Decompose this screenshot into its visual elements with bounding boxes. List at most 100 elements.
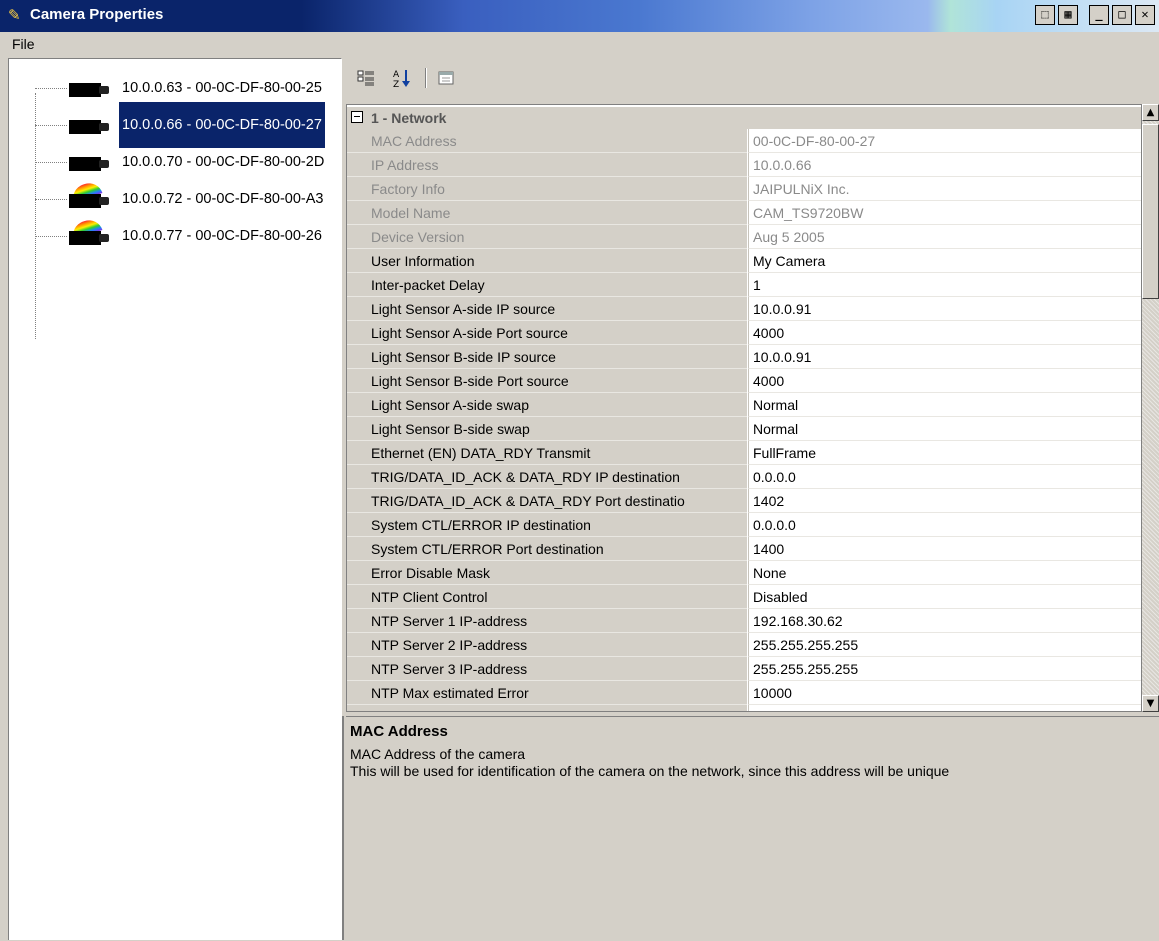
color-camera-icon	[69, 179, 109, 210]
alphabetical-button[interactable]: A Z	[390, 66, 414, 90]
property-pages-button[interactable]	[434, 66, 458, 90]
property-value[interactable]: 1400	[748, 537, 1141, 561]
property-row[interactable]: Light Sensor B-side swap Normal	[347, 417, 1141, 441]
property-value[interactable]: 4000	[748, 369, 1141, 393]
property-row[interactable]: Model Name CAM_TS9720BW	[347, 201, 1141, 225]
property-row[interactable]: MAC Address 00-0C-DF-80-00-27	[347, 129, 1141, 153]
minimize-button[interactable]: _	[1089, 5, 1109, 25]
property-name: NTP Server 3 IP-address	[347, 657, 747, 681]
property-name: Light Sensor A-side Port source	[347, 321, 747, 345]
property-name: TRIG/DATA_ID_ACK & DATA_RDY Port destina…	[347, 489, 747, 513]
menu-file[interactable]: File	[12, 36, 35, 52]
scroll-down-button[interactable]: ▼	[1142, 695, 1159, 712]
tree-item-label: 10.0.0.70 - 00-0C-DF-80-00-2D	[122, 154, 325, 170]
description-title: MAC Address	[350, 723, 448, 740]
property-value[interactable]: 1402	[748, 489, 1141, 513]
property-value[interactable]: 0.0.0.0	[748, 465, 1141, 489]
property-value[interactable]: 10.0.0.91	[748, 297, 1141, 321]
property-name: MAC Address	[347, 129, 747, 153]
categorized-icon	[357, 70, 374, 86]
menu-bar: File	[0, 32, 1159, 56]
property-row[interactable]: Light Sensor A-side IP source 10.0.0.91	[347, 297, 1141, 321]
tree-connector	[35, 236, 67, 237]
property-row[interactable]: System CTL/ERROR Port destination 1400	[347, 537, 1141, 561]
tree-item-camera[interactable]: 10.0.0.77 - 00-0C-DF-80-00-26	[35, 216, 339, 253]
scroll-up-button[interactable]: ▲	[1142, 104, 1159, 121]
property-name: System CTL/ERROR Port destination	[347, 537, 747, 561]
property-value[interactable]: Normal	[748, 393, 1141, 417]
property-row[interactable]: User Information My Camera	[347, 249, 1141, 273]
property-row[interactable]: Light Sensor B-side IP source 10.0.0.91	[347, 345, 1141, 369]
property-row[interactable]: System CTL/ERROR IP destination 0.0.0.0	[347, 513, 1141, 537]
property-row[interactable]: Device Version Aug 5 2005	[347, 225, 1141, 249]
restore-child-button[interactable]: ⬚	[1035, 5, 1055, 25]
child-menu-button[interactable]: ▦	[1058, 5, 1078, 25]
scroll-thumb[interactable]	[1142, 124, 1159, 299]
property-value[interactable]: Disabled	[748, 585, 1141, 609]
property-value[interactable]: My Camera	[748, 249, 1141, 273]
property-row[interactable]: Error Disable Mask None	[347, 561, 1141, 585]
property-name: NTP Server 1 IP-address	[347, 609, 747, 633]
tree-item-camera[interactable]: 10.0.0.70 - 00-0C-DF-80-00-2D	[35, 145, 339, 179]
tree-connector	[35, 162, 67, 163]
property-row[interactable]: TRIG/DATA_ID_ACK & DATA_RDY IP destinati…	[347, 465, 1141, 489]
tree-item-camera[interactable]: 10.0.0.63 - 00-0C-DF-80-00-25	[35, 71, 339, 105]
property-row[interactable]: NTP Max estimated Error 10000	[347, 681, 1141, 705]
property-name: Light Sensor B-side IP source	[347, 345, 747, 369]
property-name: Ethernet (EN) DATA_RDY Transmit	[347, 441, 747, 465]
property-value[interactable]: 255.255.255.255	[748, 633, 1141, 657]
property-name: Model Name	[347, 201, 747, 225]
property-value[interactable]: 255.255.255.255	[748, 657, 1141, 681]
tree-item-label: 10.0.0.63 - 00-0C-DF-80-00-25	[122, 80, 322, 96]
property-value[interactable]: 10000	[748, 681, 1141, 705]
property-row[interactable]: Light Sensor A-side Port source 4000	[347, 321, 1141, 345]
tree-connector	[35, 125, 67, 126]
category-row-network[interactable]: 1 - Network	[347, 107, 1141, 129]
property-value: Aug 5 2005	[748, 225, 1141, 249]
description-divider	[342, 716, 344, 940]
property-name: Light Sensor A-side IP source	[347, 297, 747, 321]
collapse-icon[interactable]	[351, 111, 363, 123]
property-name: Device Version	[347, 225, 747, 249]
description-pane: MAC Address MAC Address of the camera Th…	[346, 716, 1159, 941]
property-name: TRIG/DATA_ID_ACK & DATA_RDY IP destinati…	[347, 465, 747, 489]
vertical-scrollbar[interactable]: ▲ ▼	[1142, 104, 1159, 712]
property-row[interactable]: TRIG/DATA_ID_ACK & DATA_RDY Port destina…	[347, 489, 1141, 513]
property-value[interactable]: 192.168.30.62	[748, 609, 1141, 633]
camera-tree[interactable]: 10.0.0.63 - 00-0C-DF-80-00-25 10.0.0.66 -…	[8, 58, 342, 940]
maximize-button[interactable]: □	[1112, 5, 1132, 25]
property-name: Light Sensor B-side swap	[347, 417, 747, 441]
property-grid[interactable]: 1 - Network MAC Address 00-0C-DF-80-00-27…	[346, 104, 1142, 712]
sort-alphabetical-icon: A Z	[393, 70, 410, 90]
property-row[interactable]: Real Time ClockTuesday, November 22, 200…	[347, 705, 1141, 711]
property-value[interactable]: 0.0.0.0	[748, 513, 1141, 537]
property-grid-toolbar: A Z	[344, 58, 1159, 98]
property-value: 00-0C-DF-80-00-27	[748, 129, 1141, 153]
property-value[interactable]: Normal	[748, 417, 1141, 441]
property-row[interactable]: Light Sensor B-side Port source 4000	[347, 369, 1141, 393]
property-value[interactable]: FullFrame	[748, 441, 1141, 465]
property-value[interactable]: 1	[748, 273, 1141, 297]
camera-icon	[69, 77, 109, 99]
tree-item-label: 10.0.0.66 - 00-0C-DF-80-00-27	[119, 102, 325, 148]
property-row[interactable]: Factory Info JAIPULNiX Inc.	[347, 177, 1141, 201]
categorized-button[interactable]	[354, 66, 378, 90]
tree-item-camera[interactable]: 10.0.0.72 - 00-0C-DF-80-00-A3	[35, 179, 339, 216]
close-button[interactable]: ✕	[1135, 5, 1155, 25]
property-value[interactable]: 4000	[748, 321, 1141, 345]
tree-connector	[35, 88, 67, 89]
property-row[interactable]: Ethernet (EN) DATA_RDY Transmit FullFrame	[347, 441, 1141, 465]
tree-item-camera[interactable]: 10.0.0.66 - 00-0C-DF-80-00-27	[35, 102, 339, 148]
property-row[interactable]: IP Address 10.0.0.66	[347, 153, 1141, 177]
property-value[interactable]: 10.0.0.91	[748, 345, 1141, 369]
property-row[interactable]: NTP Server 1 IP-address 192.168.30.62	[347, 609, 1141, 633]
property-row[interactable]: NTP Server 3 IP-address 255.255.255.255	[347, 657, 1141, 681]
property-row[interactable]: Inter-packet Delay 1	[347, 273, 1141, 297]
property-value: 10.0.0.66	[748, 153, 1141, 177]
property-value[interactable]: None	[748, 561, 1141, 585]
property-name: NTP Server 2 IP-address	[347, 633, 747, 657]
property-value[interactable]: Tuesday, November 22, 2005 8:15:36 PM	[748, 705, 1141, 711]
property-row[interactable]: NTP Client Control Disabled	[347, 585, 1141, 609]
property-row[interactable]: Light Sensor A-side swap Normal	[347, 393, 1141, 417]
property-row[interactable]: NTP Server 2 IP-address 255.255.255.255	[347, 633, 1141, 657]
